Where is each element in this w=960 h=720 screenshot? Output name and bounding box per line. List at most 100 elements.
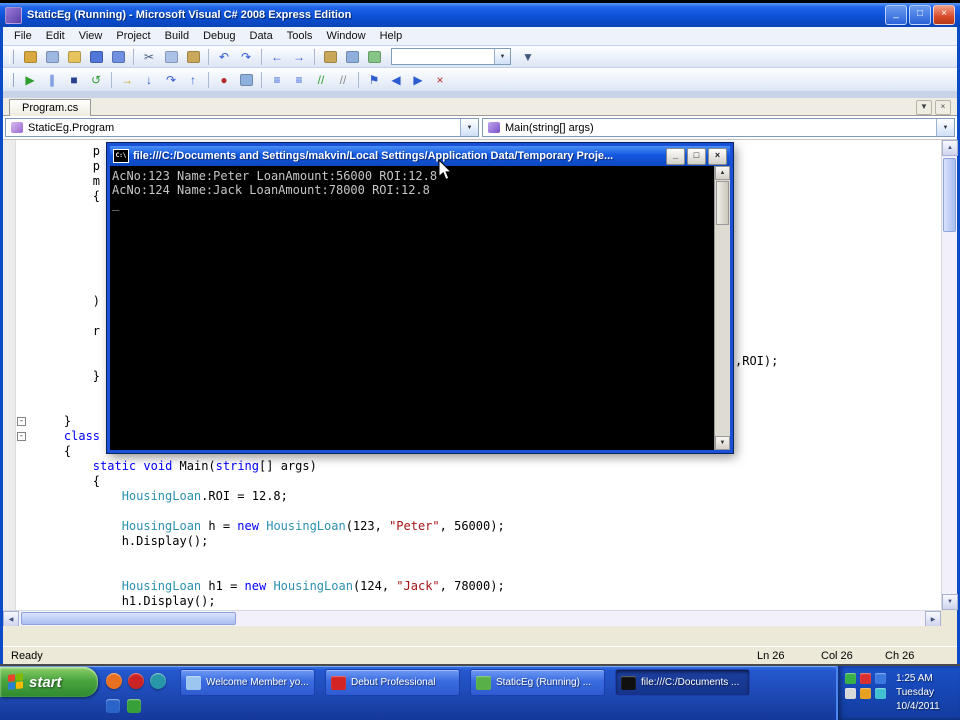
scroll-down-icon[interactable]: ▼ — [715, 436, 730, 450]
minimize-button[interactable]: _ — [885, 5, 907, 25]
object-browser-icon[interactable] — [363, 47, 385, 67]
menu-tools[interactable]: Tools — [280, 28, 320, 44]
tray-clock[interactable]: 1:25 AM Tuesday 10/4/2011 — [896, 672, 940, 714]
undo-icon[interactable]: ↶ — [213, 47, 235, 67]
quick-launch-show-desktop-icon[interactable] — [150, 673, 166, 689]
menu-build[interactable]: Build — [158, 28, 196, 44]
open-file-icon[interactable] — [63, 47, 85, 67]
toolbar-grip[interactable] — [9, 72, 14, 87]
maximize-button[interactable]: □ — [909, 5, 931, 25]
breakpoints-window-icon[interactable]: ● — [213, 70, 235, 90]
taskbar-task-button[interactable]: StaticEg (Running) ... — [470, 669, 605, 696]
tray-update-icon[interactable] — [860, 688, 871, 699]
members-dropdown[interactable]: Main(string[] args) ▼ — [482, 118, 955, 137]
console-scrollbar[interactable]: ▲ ▼ — [714, 166, 730, 450]
navigate-forward-icon[interactable]: → — [288, 47, 310, 67]
tab-program-cs[interactable]: Program.cs — [9, 99, 92, 116]
fold-collapse-icon[interactable]: - — [17, 417, 26, 426]
start-button[interactable]: start — [0, 667, 98, 697]
code-line[interactable]: h1.Display(); — [3, 594, 941, 609]
menu-edit[interactable]: Edit — [39, 28, 72, 44]
tray-alert-icon[interactable] — [860, 673, 871, 684]
break-all-icon[interactable]: ∥ — [41, 70, 63, 90]
code-line[interactable]: h.Display(); — [3, 534, 941, 549]
console-close-button[interactable]: × — [708, 147, 727, 165]
toolbar-options-icon[interactable]: ▼ — [517, 47, 539, 67]
chevron-down-icon[interactable]: ▼ — [936, 119, 954, 136]
uncomment-icon[interactable]: // — [332, 70, 354, 90]
solution-explorer-icon[interactable] — [319, 47, 341, 67]
menu-data[interactable]: Data — [243, 28, 280, 44]
console-output[interactable]: AcNo:123 Name:Peter LoanAmount:56000 ROI… — [110, 166, 714, 450]
step-into-icon[interactable]: ↓ — [138, 70, 160, 90]
clear-bookmarks-icon[interactable]: × — [429, 70, 451, 90]
code-line[interactable] — [3, 564, 941, 579]
console-maximize-button[interactable]: □ — [687, 147, 706, 165]
step-out-icon[interactable]: ↑ — [182, 70, 204, 90]
code-line[interactable] — [3, 504, 941, 519]
code-line[interactable]: HousingLoan.ROI = 12.8; — [3, 489, 941, 504]
code-line[interactable]: HousingLoan h1 = new HousingLoan(124, "J… — [3, 579, 941, 594]
navigate-backward-icon[interactable]: ← — [266, 47, 288, 67]
taskbar-task-button[interactable]: file:///C:/Documents ... — [615, 669, 750, 696]
tray-antivirus-icon[interactable] — [845, 673, 856, 684]
console-scroll-thumb[interactable] — [716, 181, 729, 225]
menu-debug[interactable]: Debug — [196, 28, 242, 44]
show-next-statement-icon[interactable]: → — [116, 70, 138, 90]
cut-icon[interactable]: ✂ — [138, 47, 160, 67]
code-line[interactable]: HousingLoan h = new HousingLoan(123, "Pe… — [3, 519, 941, 534]
previous-bookmark-icon[interactable]: ◀ — [385, 70, 407, 90]
redo-icon[interactable]: ↷ — [235, 47, 257, 67]
close-button[interactable]: × — [933, 5, 955, 25]
next-bookmark-icon[interactable]: ▶ — [407, 70, 429, 90]
comment-icon[interactable]: // — [310, 70, 332, 90]
menu-project[interactable]: Project — [109, 28, 157, 44]
editor-horizontal-scrollbar[interactable]: ◀ ▶ — [3, 610, 941, 627]
properties-window-icon[interactable] — [341, 47, 363, 67]
fold-collapse-icon[interactable]: - — [17, 432, 26, 441]
scroll-up-icon[interactable]: ▲ — [715, 166, 730, 180]
quick-launch-internet-icon[interactable] — [106, 673, 122, 689]
code-line[interactable]: static void Main(string[] args) — [3, 459, 941, 474]
increase-indent-icon[interactable]: ≡ — [288, 70, 310, 90]
combo-dropdown-icon[interactable]: ▼ — [494, 49, 510, 64]
output-window-icon[interactable] — [235, 70, 257, 90]
add-item-icon[interactable] — [41, 47, 63, 67]
tray-network-icon[interactable] — [875, 673, 886, 684]
code-line[interactable] — [3, 549, 941, 564]
taskbar-notify-icon-1[interactable] — [106, 699, 120, 713]
tray-volume-icon[interactable] — [845, 688, 856, 699]
copy-icon[interactable] — [160, 47, 182, 67]
toggle-bookmark-icon[interactable]: ⚑ — [363, 70, 385, 90]
types-dropdown[interactable]: StaticEg.Program ▼ — [5, 118, 479, 137]
taskbar-task-button[interactable]: Debut Professional — [325, 669, 460, 696]
quick-launch-media-icon[interactable] — [128, 673, 144, 689]
active-files-dropdown-icon[interactable]: ▼ — [916, 100, 932, 115]
scroll-right-icon[interactable]: ▶ — [925, 611, 941, 627]
menu-window[interactable]: Window — [319, 28, 372, 44]
continue-icon[interactable]: ▶ — [19, 70, 41, 90]
console-titlebar[interactable]: C:\ file:///C:/Documents and Settings/ma… — [110, 146, 730, 166]
menu-view[interactable]: View — [72, 28, 110, 44]
new-project-icon[interactable] — [19, 47, 41, 67]
menu-file[interactable]: File — [7, 28, 39, 44]
toolbar-grip[interactable] — [9, 49, 14, 64]
decrease-indent-icon[interactable]: ≡ — [266, 70, 288, 90]
step-over-icon[interactable]: ↷ — [160, 70, 182, 90]
chevron-down-icon[interactable]: ▼ — [460, 119, 478, 136]
save-all-icon[interactable] — [107, 47, 129, 67]
editor-vertical-scrollbar[interactable]: ▲ ▼ — [941, 140, 958, 610]
paste-icon[interactable] — [182, 47, 204, 67]
horizontal-scroll-thumb[interactable] — [21, 612, 236, 625]
find-combo[interactable]: ▼ — [391, 48, 511, 65]
scroll-up-icon[interactable]: ▲ — [942, 140, 958, 156]
taskbar-task-button[interactable]: Welcome Member yo... — [180, 669, 315, 696]
taskbar-notify-icon-2[interactable] — [127, 699, 141, 713]
close-document-icon[interactable]: × — [935, 100, 951, 115]
stop-debugging-icon[interactable]: ■ — [63, 70, 85, 90]
vertical-scroll-thumb[interactable] — [943, 158, 956, 232]
restart-icon[interactable]: ↺ — [85, 70, 107, 90]
scroll-down-icon[interactable]: ▼ — [942, 594, 958, 610]
console-minimize-button[interactable]: _ — [666, 147, 685, 165]
tray-messenger-icon[interactable] — [875, 688, 886, 699]
